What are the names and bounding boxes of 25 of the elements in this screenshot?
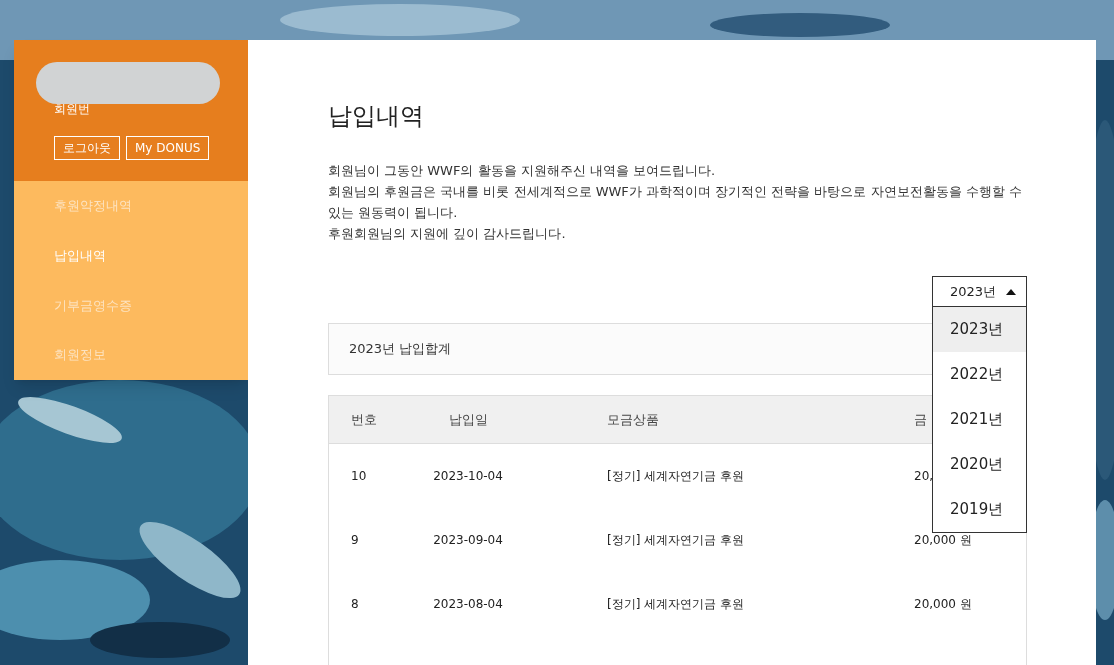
intro-text: 회원님이 그동안 WWF의 활동을 지원해주신 내역을 보여드립니다. xyxy=(328,162,717,180)
table-cell: [정기] 세계자연기금 후원 xyxy=(607,597,744,611)
table-cell: [정기] 세계자연기금 후원 xyxy=(607,533,744,547)
table-cell: 8 xyxy=(351,597,359,611)
table-cell: 20, xyxy=(914,469,934,483)
column-header: 모금상품 xyxy=(607,411,659,427)
caret-icon xyxy=(1006,288,1017,295)
column-header: 납입일 xyxy=(448,411,488,427)
table-cell: 20,000 원 xyxy=(914,597,972,611)
page-title: 납입내역 xyxy=(328,101,425,132)
column-header: 번호 xyxy=(351,411,377,427)
table-cell: 10 xyxy=(351,469,367,483)
table-cell: 2023-10-04 xyxy=(433,469,503,483)
table-cell: 20,000 원 xyxy=(914,533,972,547)
year-option[interactable]: 2023년 xyxy=(933,307,1026,352)
intro-text: 회원님의 후원금은 국내를 비롯 전세계적으로 WWF가 과학적이며 장기적인 전략을 바탕으로 자연보전활동을 수행할 수 있는 원동력이 됩니다. xyxy=(328,183,1023,222)
member-number-label: 회원번 xyxy=(54,102,90,116)
table-cell: 9 xyxy=(351,533,359,547)
column-header: 금 xyxy=(914,411,927,427)
table-cell: 2023-09-04 xyxy=(433,533,503,547)
table-cell: [정기] 세계자연기금 후원 xyxy=(607,469,744,483)
table-cell: 2023-08-04 xyxy=(433,597,503,611)
intro-text: 후원회원님의 지원에 깊이 감사드립니다. xyxy=(328,225,567,243)
year-select[interactable]: 2023년 xyxy=(932,276,1027,307)
summary-label: 2023년 납입합계 xyxy=(349,340,452,359)
